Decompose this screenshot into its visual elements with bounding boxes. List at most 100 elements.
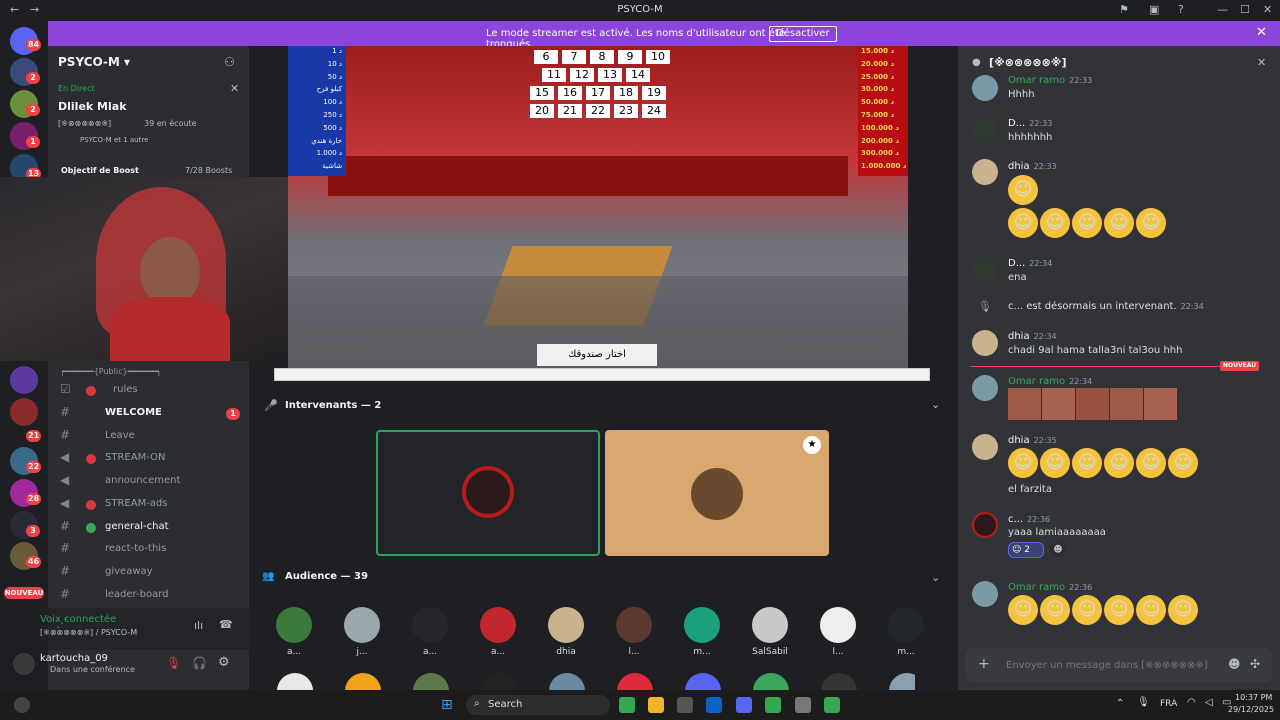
add-member-icon[interactable]: ⚇ bbox=[224, 55, 235, 69]
channel-giveaway[interactable]: # giveaway bbox=[48, 562, 249, 584]
channel-announcement[interactable]: ◀ announcement bbox=[48, 471, 249, 493]
speaker-tile[interactable]: ★ bbox=[605, 430, 829, 556]
speaker-tile[interactable] bbox=[376, 430, 600, 556]
audience-member[interactable]: l... bbox=[818, 607, 858, 669]
avatar[interactable] bbox=[13, 653, 35, 675]
chrome-icon[interactable] bbox=[765, 697, 781, 713]
close-window-icon[interactable]: ✕ bbox=[1263, 3, 1272, 16]
clock-time[interactable]: 10:37 PM bbox=[1235, 693, 1272, 702]
audience-member[interactable]: dhia bbox=[546, 607, 586, 669]
message-author[interactable]: D... 22:33 bbox=[1008, 118, 1052, 129]
voice-waveform-icon[interactable]: ılı bbox=[194, 619, 203, 632]
new-label: NOUVEAU bbox=[1220, 361, 1260, 371]
window-title: PSYCO-M bbox=[617, 4, 663, 15]
box-number: 23 bbox=[614, 104, 638, 118]
server-icon[interactable] bbox=[10, 366, 38, 394]
file-explorer-icon[interactable] bbox=[648, 697, 664, 713]
message-author[interactable]: D... 22:34 bbox=[1008, 258, 1052, 269]
close-chat-icon[interactable]: ✕ bbox=[1257, 56, 1266, 69]
chevron-down-icon[interactable]: ⌄ bbox=[931, 571, 940, 584]
channel-label: rules bbox=[113, 384, 138, 395]
taskbar-search[interactable]: ⌕ Search bbox=[466, 695, 610, 715]
channel-general-chat[interactable]: # general-chat bbox=[48, 517, 249, 539]
discord-icon[interactable] bbox=[736, 697, 752, 713]
minimize-icon[interactable]: — bbox=[1217, 3, 1228, 16]
mute-mic-icon[interactable]: 🎙 bbox=[166, 656, 181, 670]
add-attachment-icon[interactable]: + bbox=[978, 656, 990, 672]
message-author[interactable]: dhia 22:34 bbox=[1008, 331, 1057, 342]
message-input[interactable] bbox=[1006, 656, 1216, 674]
channel-stream-ads[interactable]: ◀ STREAM-ads bbox=[48, 494, 249, 516]
server-icon[interactable] bbox=[10, 398, 38, 426]
audience-member[interactable]: l... bbox=[614, 607, 654, 669]
audience-member[interactable]: a... bbox=[478, 607, 518, 669]
channel-stream-on[interactable]: ◀ STREAM-ON bbox=[48, 448, 249, 470]
avatar[interactable] bbox=[972, 257, 998, 283]
flag-icon[interactable]: ⚑ bbox=[1119, 3, 1129, 16]
boost-goal[interactable]: Objectif de Boost bbox=[61, 166, 139, 175]
avatar[interactable] bbox=[972, 581, 998, 607]
apps-icon[interactable]: ✣ bbox=[1250, 657, 1260, 671]
author-name: D... bbox=[1008, 258, 1026, 269]
avatar[interactable] bbox=[972, 434, 998, 460]
channel-label: leader-board bbox=[105, 589, 169, 600]
chrome-icon[interactable] bbox=[824, 697, 840, 713]
microphone-tray-icon[interactable]: 🎙 bbox=[1137, 697, 1150, 708]
volume-icon[interactable]: ◁ bbox=[1205, 697, 1213, 708]
channel-leave[interactable]: # Leave bbox=[48, 426, 249, 448]
message-author[interactable]: dhia 22:33 bbox=[1008, 161, 1057, 172]
add-reaction-icon[interactable]: ☻ bbox=[1050, 543, 1066, 557]
maximize-icon[interactable]: ☐ bbox=[1240, 3, 1250, 16]
category-public[interactable]: ┍━━━━━━{Public}━━━━━━┑ bbox=[60, 367, 161, 376]
voice-status[interactable]: Voix connectée bbox=[40, 614, 116, 625]
app-icon[interactable] bbox=[795, 697, 811, 713]
audience-member[interactable]: m... bbox=[886, 607, 926, 669]
laughing-emoji-icon: ☺ bbox=[1168, 595, 1198, 625]
close-event-icon[interactable]: ✕ bbox=[230, 82, 239, 95]
close-banner-icon[interactable]: ✕ bbox=[1256, 25, 1267, 40]
avatar[interactable] bbox=[972, 117, 998, 143]
chevron-down-icon[interactable]: ⌄ bbox=[931, 398, 940, 411]
audience-member[interactable]: j... bbox=[342, 607, 382, 669]
audience-member[interactable]: SalSabil bbox=[750, 607, 790, 669]
speakers-title: Intervenants — 2 bbox=[285, 400, 382, 411]
store-icon[interactable] bbox=[677, 697, 693, 713]
message-author[interactable]: dhia 22:35 bbox=[1008, 435, 1057, 446]
avatar[interactable] bbox=[972, 330, 998, 356]
message-author[interactable]: Omar ramo 22:34 bbox=[1008, 376, 1092, 387]
emoji-picker-icon[interactable]: ☻ bbox=[1228, 657, 1241, 671]
windows-start-icon[interactable]: ⊞ bbox=[441, 697, 453, 713]
avatar[interactable] bbox=[972, 512, 998, 538]
channel-leader-board[interactable]: # leader-board bbox=[48, 585, 249, 607]
message-author[interactable]: Omar ramo 22:36 bbox=[1008, 582, 1092, 593]
headphones-icon[interactable]: 🎧 bbox=[192, 656, 207, 670]
audience-member[interactable]: m... bbox=[682, 607, 722, 669]
audience-member[interactable]: a... bbox=[274, 607, 314, 669]
message-author[interactable]: c... est désormais un intervenant. 22:34 bbox=[1008, 301, 1204, 312]
channel-react-to-this[interactable]: # react-to-this bbox=[48, 539, 249, 561]
channel-rules[interactable]: ☑ rules bbox=[48, 380, 249, 402]
help-icon[interactable]: ? bbox=[1178, 3, 1184, 16]
settings-gear-icon[interactable]: ⚙ bbox=[218, 655, 230, 670]
audience-member[interactable]: a... bbox=[410, 607, 450, 669]
disable-streamer-button[interactable]: Désactiver bbox=[769, 26, 837, 42]
clock-date[interactable]: 29/12/2025 bbox=[1228, 705, 1274, 714]
avatar[interactable] bbox=[972, 75, 998, 101]
channel-welcome[interactable]: # WELCOME 1 bbox=[48, 403, 249, 425]
mail-icon[interactable] bbox=[706, 697, 722, 713]
message-author[interactable]: c... 22:36 bbox=[1008, 514, 1050, 525]
channel-label: general-chat bbox=[105, 521, 169, 532]
avatar[interactable] bbox=[972, 159, 998, 185]
message-author[interactable]: Omar ramo 22:33 bbox=[1008, 75, 1092, 86]
wifi-icon[interactable]: ◠ bbox=[1187, 697, 1196, 708]
reaction-chip[interactable]: ☺ 2 bbox=[1008, 542, 1044, 558]
event-title[interactable]: Dlilek Mlak bbox=[58, 100, 127, 113]
chevron-up-icon[interactable]: ⌃ bbox=[1116, 698, 1124, 709]
server-name[interactable]: PSYCO-M ▾ bbox=[58, 55, 130, 69]
inbox-icon[interactable]: ▣ bbox=[1149, 3, 1159, 16]
language-label[interactable]: FRA bbox=[1160, 699, 1177, 709]
chrome-icon[interactable] bbox=[619, 697, 635, 713]
disconnect-icon[interactable]: ☎ bbox=[219, 618, 233, 631]
widgets-icon[interactable] bbox=[14, 697, 30, 713]
avatar[interactable] bbox=[972, 375, 998, 401]
